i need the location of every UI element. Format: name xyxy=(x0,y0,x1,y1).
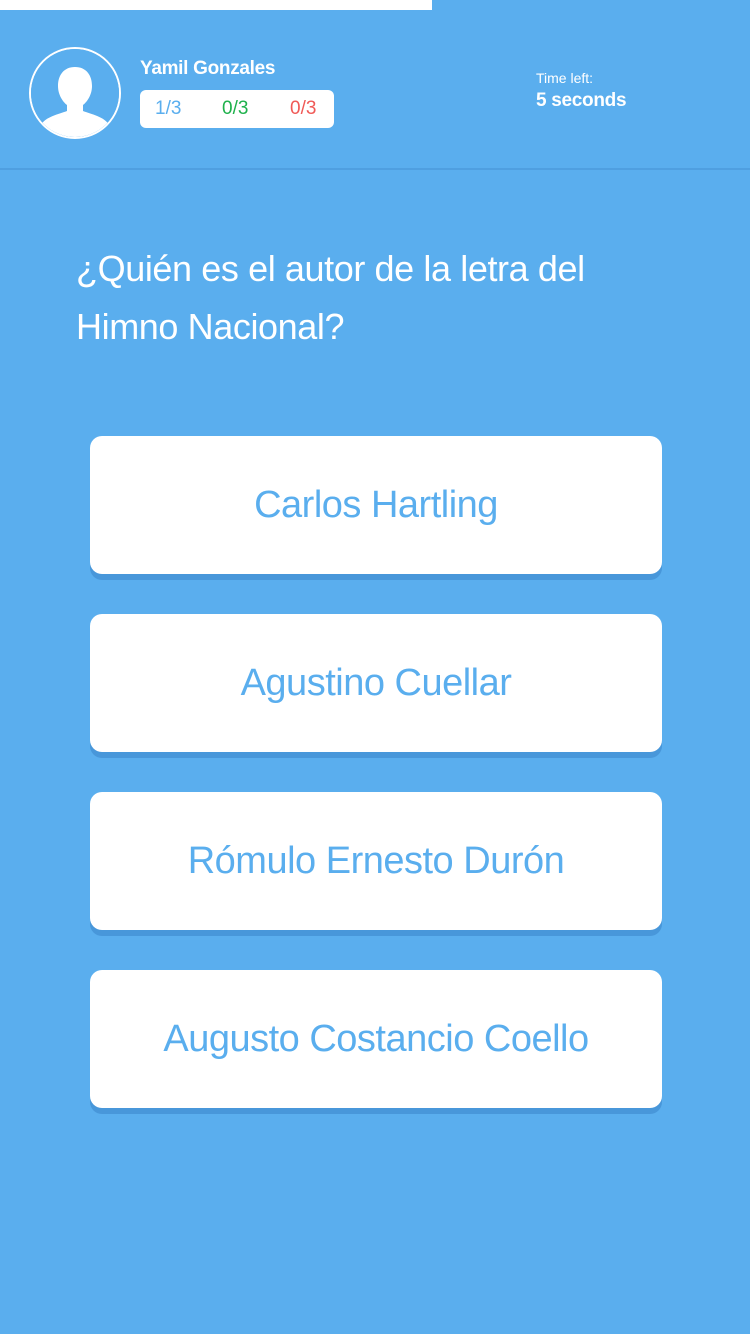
player-header: Yamil Gonzales 1/3 0/3 0/3 Time left: 5 … xyxy=(0,10,750,170)
score-total: 1/3 xyxy=(155,98,182,119)
answer-option-3[interactable]: Rómulo Ernesto Durón xyxy=(90,792,662,930)
answer-option-label: Augusto Costancio Coello xyxy=(163,1017,589,1060)
answer-option-4[interactable]: Augusto Costancio Coello xyxy=(90,970,662,1108)
answer-option-label: Carlos Hartling xyxy=(254,483,498,526)
answer-option-label: Rómulo Ernesto Durón xyxy=(187,839,565,882)
score-wrong: 0/3 xyxy=(290,98,317,119)
score-correct: 0/3 xyxy=(222,98,249,119)
question-progress-bar xyxy=(0,0,750,10)
player-name: Yamil Gonzales xyxy=(140,58,276,79)
answer-option-label: Agustino Cuellar xyxy=(240,661,512,704)
time-left-label: Time left: xyxy=(536,70,594,86)
time-left-value: 5 seconds xyxy=(536,90,627,111)
question-progress-fill xyxy=(0,0,432,10)
score-box: 1/3 0/3 0/3 xyxy=(140,90,334,128)
question-text: ¿Quién es el autor de la letra del Himno… xyxy=(76,248,585,347)
user-silhouette-icon xyxy=(29,47,121,139)
answer-option-1[interactable]: Carlos Hartling xyxy=(90,436,662,574)
answer-option-2[interactable]: Agustino Cuellar xyxy=(90,614,662,752)
